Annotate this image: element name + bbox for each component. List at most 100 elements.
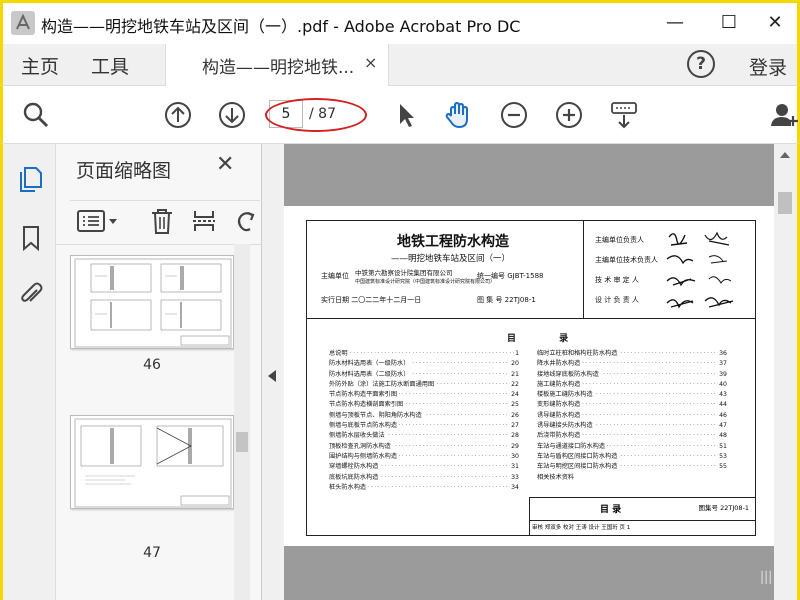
document-view[interactable]: 地铁工程防水构造 ——明挖地铁车站及区间（一） 主编单位 中铁第六勘察设计院集团…: [284, 144, 774, 600]
keyboard-scroll-icon[interactable]: [609, 100, 639, 130]
toc-entry-page: 55: [718, 462, 727, 473]
toc-entry[interactable]: ········································…: [329, 451, 519, 463]
toc-left-column: ········································…: [329, 349, 519, 494]
toc-entry-title: 侧墙与顶板节点、阴阳角防水构造: [329, 411, 424, 419]
toc-entry-page: 29: [510, 441, 519, 452]
minimize-button[interactable]: —: [655, 9, 695, 37]
thumbnail-page-47[interactable]: [70, 415, 234, 509]
search-icon[interactable]: [21, 100, 51, 130]
delete-icon[interactable]: [148, 207, 176, 235]
header-divider: [583, 221, 584, 319]
thumbnail-list: 46 47: [56, 244, 262, 600]
previous-page-icon[interactable]: [163, 100, 193, 130]
thumbnail-page-46[interactable]: [70, 255, 234, 349]
editor-unit-1: 中铁第六勘察设计院集团有限公司: [355, 269, 453, 277]
thumbnail-scroll-thumb[interactable]: [236, 432, 248, 452]
toc-entry-title: 车站与盾构区间接口防水构造: [537, 452, 620, 460]
tab-tools[interactable]: 工具: [91, 52, 129, 79]
toc-entry-page: 31: [510, 462, 519, 473]
toc-entry[interactable]: ········································…: [537, 421, 727, 432]
toc-entry[interactable]: ········································…: [329, 359, 519, 370]
toc-entry-page: 33: [510, 472, 519, 483]
zoom-out-icon[interactable]: [499, 100, 529, 130]
toc-entry-page: 26: [510, 410, 519, 422]
thumbnail-scrollbar[interactable]: [234, 244, 250, 600]
page-footer-block: 目 录 图集号 22TJ08-1 审核 郑双多 校对 王涛 设计 王国珩 页 1: [529, 497, 756, 535]
toc-entry[interactable]: ········································…: [537, 359, 727, 370]
close-window-button[interactable]: ✕: [755, 9, 795, 37]
tab-close-icon[interactable]: ×: [364, 53, 377, 72]
toc-entry-title: 诱导缝防水构造: [537, 411, 583, 419]
unified-code: 统一编号 GJBT-1588: [477, 272, 544, 280]
toc-entry-title: 外防外贴（涂）法施工防水断面通用图: [329, 380, 437, 388]
toc-heading: 目 录: [507, 334, 589, 344]
toc-entry[interactable]: ········································…: [537, 410, 727, 422]
document-scroll-thumb[interactable]: [778, 192, 792, 214]
toc-entry[interactable]: ········································…: [537, 379, 727, 391]
page-header-block: 地铁工程防水构造 ——明挖地铁车站及区间（一） 主编单位 中铁第六勘察设计院集团…: [307, 221, 755, 319]
role-4: 设 计 负 责 人: [595, 296, 639, 304]
extract-pages-icon[interactable]: [190, 207, 218, 235]
toc-entry-title: 变形缝防水构造: [537, 401, 583, 409]
toc-entry-page: 51: [718, 441, 727, 452]
toc-entry[interactable]: ········································…: [329, 431, 519, 442]
toc-entry[interactable]: ········································…: [537, 400, 727, 411]
title-bar: 构造——明挖地铁车站及区间（一）.pdf - Adobe Acrobat Pro…: [0, 0, 800, 44]
document-scrollbar[interactable]: [774, 144, 797, 600]
toc-entry[interactable]: ········································…: [537, 369, 727, 380]
close-panel-icon[interactable]: ✕: [216, 152, 234, 177]
help-icon[interactable]: ?: [687, 50, 715, 78]
toc-entry[interactable]: ········································…: [329, 390, 519, 401]
toc-entry[interactable]: ········································…: [329, 462, 519, 473]
attachment-icon[interactable]: [17, 280, 45, 308]
toc-entry[interactable]: ········································…: [537, 462, 727, 473]
scroll-up-arrow-icon[interactable]: [780, 152, 790, 158]
share-user-icon[interactable]: [769, 100, 799, 130]
tab-document[interactable]: 构造——明挖地铁... ×: [165, 44, 389, 86]
toc-entry[interactable]: ········································…: [329, 349, 519, 360]
toc-entry-title: 侧墙防水层收头做法: [329, 432, 387, 440]
toc-entry[interactable]: ········································…: [537, 431, 727, 442]
toc-entry-title: 节点防水构造横剖面索引图: [329, 401, 406, 409]
login-button[interactable]: 登录: [749, 53, 787, 80]
toc-entry[interactable]: ········································…: [329, 379, 519, 391]
toc-entry-title: 防水材料选用表（二级防水）: [329, 370, 412, 378]
collapse-panel-button[interactable]: [262, 144, 284, 600]
toc-entry[interactable]: ········································…: [329, 441, 519, 452]
toc-entry[interactable]: ········································…: [329, 369, 519, 380]
role-1: 主编单位负责人: [595, 236, 644, 244]
thumbnail-tools: [70, 200, 260, 240]
toc-entry[interactable]: 相关技术资料: [537, 473, 727, 483]
signatures-image: [666, 231, 734, 309]
page-border: 地铁工程防水构造 ——明挖地铁车站及区间（一） 主编单位 中铁第六勘察设计院集团…: [306, 220, 756, 536]
toc-entry[interactable]: ········································…: [329, 482, 519, 494]
next-page-icon[interactable]: [217, 100, 247, 130]
effective-date: 实行日期 二〇二二年十二月一日: [321, 296, 422, 304]
toc-entry-page: 1: [514, 349, 519, 360]
toc-entry[interactable]: ········································…: [329, 400, 519, 411]
toc-entry[interactable]: ········································…: [537, 390, 727, 401]
toc-entry[interactable]: ········································…: [537, 441, 727, 452]
thumbnail-options-icon[interactable]: [76, 207, 120, 235]
thumbnail-page-47-number: 47: [143, 545, 161, 561]
toc-entry[interactable]: ········································…: [329, 472, 519, 483]
toc-entry-title: 侧墙与底板节点防水构造: [329, 422, 400, 430]
bookmark-icon[interactable]: [17, 224, 45, 252]
zoom-in-icon[interactable]: [554, 100, 584, 130]
tab-home[interactable]: 主页: [21, 52, 59, 79]
toc-entry[interactable]: ········································…: [329, 410, 519, 422]
toc-entry-page: 20: [510, 359, 519, 370]
toc-entry[interactable]: ········································…: [329, 421, 519, 432]
toolbar: 5 / 87: [0, 86, 800, 144]
toc-entry[interactable]: ········································…: [537, 451, 727, 463]
select-cursor-icon[interactable]: [391, 100, 421, 130]
toc-entry-page: 48: [718, 431, 727, 442]
maximize-button[interactable]: ☐: [709, 9, 749, 37]
toc-entry-page: 53: [718, 451, 727, 463]
rotate-icon[interactable]: [232, 207, 260, 235]
hand-tool-icon[interactable]: [443, 100, 473, 130]
toc-entry[interactable]: ········································…: [537, 349, 727, 360]
toc-entry-title: 接地线穿底板防水构造: [537, 370, 601, 378]
toc-entry-title: 诱导缝接头防水构造: [537, 422, 595, 430]
page-thumbnails-icon[interactable]: [17, 164, 45, 192]
